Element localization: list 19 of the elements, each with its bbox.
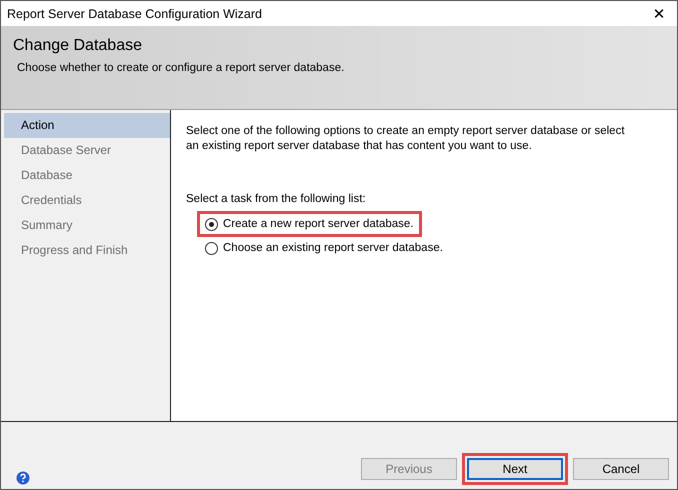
wizard-button[interactable]: Next xyxy=(467,458,563,480)
window-title: Report Server Database Configuration Wizard xyxy=(7,6,262,20)
close-button[interactable]: ✕ xyxy=(641,2,677,26)
page-subtitle: Choose whether to create or configure a report server database. xyxy=(17,62,344,74)
sidebar-item[interactable]: Database Server xyxy=(4,138,170,163)
help-icon[interactable] xyxy=(16,471,30,485)
radio-icon[interactable] xyxy=(205,242,218,254)
sidebar-item[interactable]: Progress and Finish xyxy=(4,238,170,263)
radio-icon[interactable] xyxy=(205,218,218,230)
intro-text: Select one of the following options to create an empty report server database or select an existing report server database that has content you want to use. xyxy=(186,124,626,154)
sidebar-item[interactable]: Database xyxy=(4,163,170,188)
sidebar-item[interactable]: Summary xyxy=(4,213,170,238)
sidebar-item[interactable]: Action xyxy=(4,113,170,138)
radio-option[interactable]: Choose an existing report server database. xyxy=(200,238,448,258)
task-label: Select a task from the following list: xyxy=(186,193,366,205)
wizard-button[interactable]: Cancel xyxy=(573,458,669,480)
page-title: Change Database xyxy=(13,37,142,55)
radio-option[interactable]: Create a new report server database. xyxy=(200,214,418,234)
sidebar-item[interactable]: Credentials xyxy=(4,188,170,213)
